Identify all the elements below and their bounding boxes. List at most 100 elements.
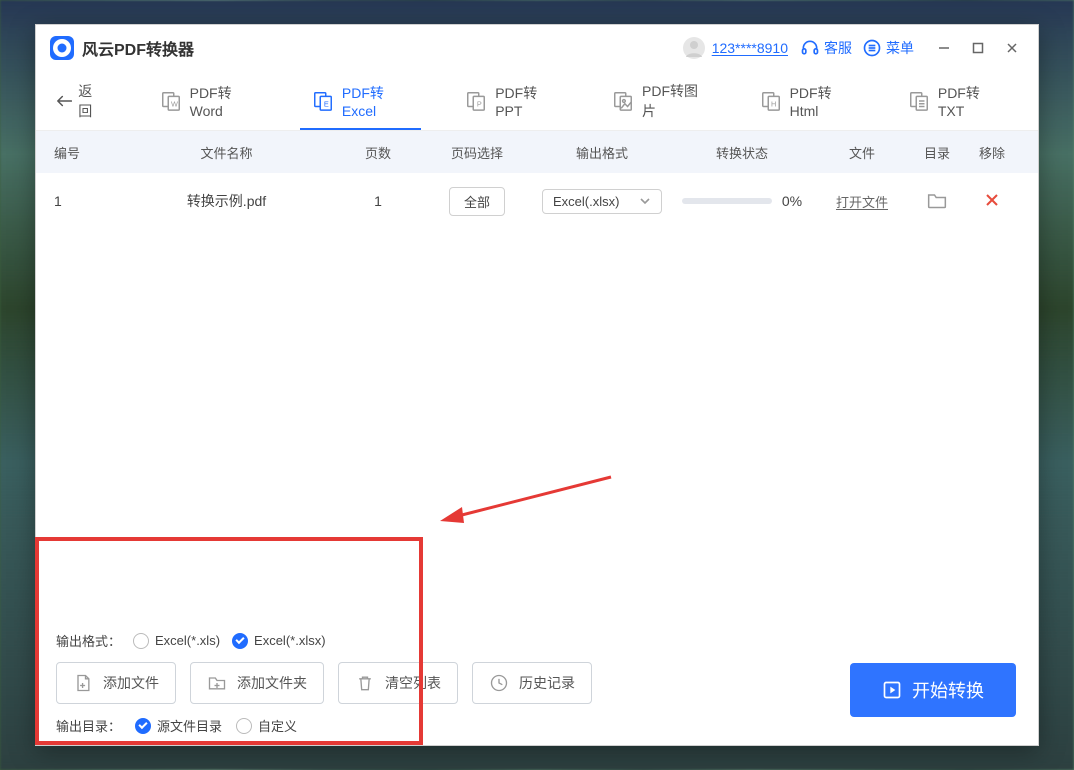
- back-button[interactable]: 返回: [48, 77, 112, 125]
- radio-source-dir[interactable]: 源文件目录: [135, 716, 222, 735]
- titlebar: 风云PDF转换器 123****8910 客服 菜单: [36, 25, 1038, 71]
- app-window: 风云PDF转换器 123****8910 客服 菜单 返回 W PDF转Word…: [35, 24, 1039, 746]
- avatar-icon: [682, 36, 706, 60]
- tab-pdf-to-excel[interactable]: E PDF转Excel: [304, 71, 417, 131]
- tab-label: PDF转TXT: [938, 83, 998, 119]
- button-label: 历史记录: [519, 673, 575, 693]
- svg-text:P: P: [477, 100, 482, 109]
- svg-text:H: H: [771, 100, 776, 109]
- back-label: 返回: [78, 81, 103, 121]
- maximize-button[interactable]: [964, 34, 992, 62]
- button-label: 清空列表: [385, 673, 441, 693]
- add-file-button[interactable]: 添加文件: [56, 662, 176, 704]
- chevron-down-icon: [639, 195, 651, 207]
- col-name: 文件名称: [114, 143, 339, 162]
- pdf-ppt-icon: P: [465, 90, 487, 112]
- col-file: 文件: [817, 143, 907, 162]
- tab-label: PDF转PPT: [495, 83, 556, 119]
- user-block[interactable]: 123****8910: [682, 36, 788, 60]
- menu-icon: [862, 38, 882, 58]
- svg-text:W: W: [171, 100, 178, 109]
- bottom-panel: 输出格式： Excel(*.xls) Excel(*.xlsx) 添加文件 添加…: [36, 613, 1038, 745]
- tab-pdf-to-html[interactable]: H PDF转Html: [752, 71, 860, 131]
- tab-label: PDF转图片: [642, 81, 704, 121]
- folder-plus-icon: [207, 673, 227, 693]
- pdf-word-icon: W: [160, 90, 182, 112]
- file-list-area[interactable]: [36, 229, 1038, 613]
- pdf-image-icon: [612, 90, 634, 112]
- pdf-html-icon: H: [760, 90, 782, 112]
- annotation-arrow-icon: [436, 469, 616, 529]
- output-format-value: Excel(.xlsx): [553, 194, 619, 209]
- radio-label: Excel(*.xls): [155, 633, 220, 648]
- pdf-txt-icon: [908, 90, 930, 112]
- clock-icon: [489, 673, 509, 693]
- col-status: 转换状态: [667, 143, 817, 162]
- radio-label: 源文件目录: [157, 716, 222, 735]
- table-row: 1 转换示例.pdf 1 全部 Excel(.xlsx) 0% 打开文件: [36, 173, 1038, 229]
- cell-pages: 1: [339, 193, 417, 209]
- progress: 0%: [667, 193, 817, 209]
- close-button[interactable]: [998, 34, 1026, 62]
- col-del: 移除: [967, 143, 1017, 162]
- col-pagesel: 页码选择: [417, 143, 537, 162]
- table-header: 编号 文件名称 页数 页码选择 输出格式 转换状态 文件 目录 移除: [36, 131, 1038, 173]
- folder-icon[interactable]: [927, 191, 947, 209]
- arrow-left-icon: [56, 95, 72, 107]
- menu-link[interactable]: 菜单: [862, 38, 914, 58]
- clear-list-button[interactable]: 清空列表: [338, 662, 458, 704]
- tab-pdf-to-txt[interactable]: PDF转TXT: [900, 71, 1006, 131]
- radio-label: Excel(*.xlsx): [254, 633, 326, 648]
- tab-label: PDF转Html: [790, 83, 852, 119]
- user-id[interactable]: 123****8910: [712, 40, 788, 56]
- output-dir-label: 输出目录：: [56, 716, 121, 735]
- tab-pdf-to-word[interactable]: W PDF转Word: [152, 71, 264, 131]
- tab-pdf-to-ppt[interactable]: P PDF转PPT: [457, 71, 564, 131]
- col-fmt: 输出格式: [537, 143, 667, 162]
- file-plus-icon: [73, 673, 93, 693]
- button-label: 添加文件夹: [237, 673, 307, 693]
- col-pages: 页数: [339, 143, 417, 162]
- radio-label: 自定义: [258, 716, 297, 735]
- radio-xls[interactable]: Excel(*.xls): [133, 633, 220, 649]
- radio-custom-dir[interactable]: 自定义: [236, 716, 297, 735]
- app-title: 风云PDF转换器: [82, 36, 194, 60]
- support-label: 客服: [824, 38, 852, 58]
- support-link[interactable]: 客服: [800, 38, 852, 58]
- col-idx: 编号: [54, 143, 114, 162]
- progress-bar: [682, 198, 772, 204]
- tab-bar: 返回 W PDF转Word E PDF转Excel P PDF转PPT PDF转…: [36, 71, 1038, 131]
- remove-icon[interactable]: [985, 193, 999, 207]
- page-select-button[interactable]: 全部: [449, 187, 505, 216]
- start-convert-button[interactable]: 开始转换: [850, 663, 1016, 717]
- output-format-select[interactable]: Excel(.xlsx): [542, 189, 662, 214]
- history-button[interactable]: 历史记录: [472, 662, 592, 704]
- radio-checked-icon: [135, 718, 151, 734]
- svg-text:E: E: [324, 100, 329, 109]
- menu-label: 菜单: [886, 38, 914, 58]
- minimize-button[interactable]: [930, 34, 958, 62]
- tab-label: PDF转Excel: [342, 83, 409, 119]
- app-logo-icon: [50, 36, 74, 60]
- button-label: 添加文件: [103, 673, 159, 693]
- play-icon: [882, 680, 902, 700]
- cell-idx: 1: [54, 193, 114, 209]
- output-format-row: 输出格式： Excel(*.xls) Excel(*.xlsx): [56, 631, 1018, 650]
- radio-icon: [236, 718, 252, 734]
- col-dir: 目录: [907, 143, 967, 162]
- radio-xlsx[interactable]: Excel(*.xlsx): [232, 633, 326, 649]
- output-format-label: 输出格式：: [56, 631, 121, 650]
- progress-percent: 0%: [782, 193, 802, 209]
- cell-filename: 转换示例.pdf: [114, 191, 339, 211]
- headset-icon: [800, 38, 820, 58]
- radio-icon: [133, 633, 149, 649]
- tab-pdf-to-image[interactable]: PDF转图片: [604, 71, 712, 131]
- add-folder-button[interactable]: 添加文件夹: [190, 662, 324, 704]
- button-label: 开始转换: [912, 677, 984, 703]
- pdf-excel-icon: E: [312, 90, 334, 112]
- tab-label: PDF转Word: [190, 83, 256, 119]
- output-dir-row: 输出目录： 源文件目录 自定义: [56, 716, 1018, 735]
- radio-checked-icon: [232, 633, 248, 649]
- trash-icon: [355, 673, 375, 693]
- open-file-link[interactable]: 打开文件: [836, 195, 888, 210]
